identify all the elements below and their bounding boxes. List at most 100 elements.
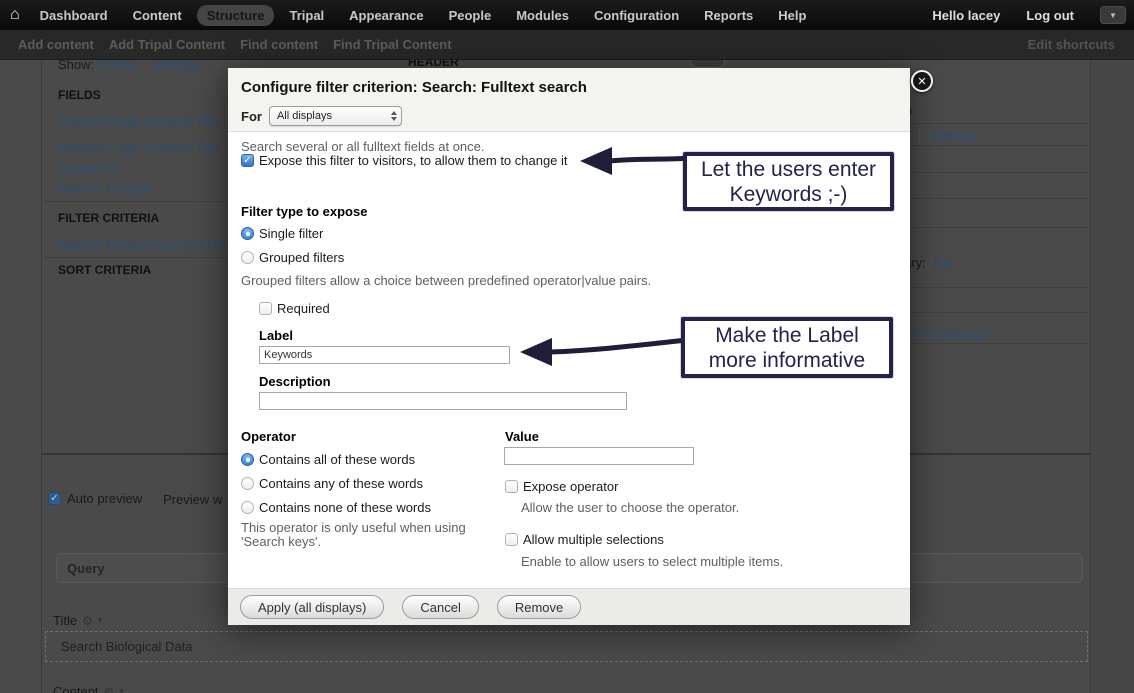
content-label: Content: [53, 684, 99, 693]
separator: [910, 172, 1090, 173]
logout-link[interactable]: Log out: [1026, 8, 1074, 23]
single-filter-label: Single filter: [259, 226, 323, 241]
query-label: Query: [67, 561, 105, 576]
grouped-filters-option: Grouped filters: [241, 250, 344, 265]
separator: [910, 227, 1090, 228]
description-input[interactable]: [259, 392, 627, 410]
contains-none-radio[interactable]: [241, 501, 254, 514]
title-editable-box: Search Biological Data: [45, 631, 1088, 662]
expose-operator-label: Expose operator: [523, 479, 618, 494]
shortcut-find-tripal-content: Find Tripal Content: [333, 37, 451, 52]
separator: [910, 145, 1090, 146]
remove-button[interactable]: Remove: [497, 595, 581, 619]
shortcut-find-content: Find content: [240, 37, 318, 52]
close-icon: ✕: [917, 75, 926, 88]
gear-icon: ⚙: [82, 614, 93, 628]
operator-help: This operator is only useful when using …: [241, 521, 481, 549]
value-input[interactable]: [504, 447, 694, 465]
sort-criteria-heading: SORT CRITERIA: [58, 263, 151, 277]
users-language-link: ser's language: [905, 326, 989, 341]
shortcut-add-content: Add content: [18, 37, 94, 52]
grouped-filters-help: Grouped filters allow a choice between p…: [241, 273, 651, 288]
toolbar-item-configuration[interactable]: Configuration: [584, 5, 689, 26]
title-field-row: Title ⚙ ▾: [53, 613, 102, 628]
user-greeting: Hello lacey: [932, 8, 1000, 23]
field-link-title: Indexed Tripal Content: Title: [58, 114, 220, 129]
home-icon[interactable]: ⌂: [10, 7, 20, 23]
toolbar-item-appearance[interactable]: Appearance: [339, 5, 433, 26]
content-field-row: Content ⚙ ▾: [53, 684, 124, 693]
filter-link-fulltext: Search: Fulltext search (AND: [58, 237, 226, 252]
modal-title: Configure filter criterion: Search: Full…: [241, 79, 587, 96]
toolbar-item-dashboard[interactable]: Dashboard: [30, 5, 118, 26]
expose-filter-row: ✓ Expose this filter to visitors, to all…: [241, 153, 568, 168]
expose-operator-checkbox[interactable]: [505, 480, 518, 493]
separator: [910, 312, 1090, 313]
expose-filter-label: Expose this filter to visitors, to allow…: [259, 153, 568, 168]
operator-option-any: Contains any of these words: [241, 476, 423, 491]
separator: [44, 257, 228, 258]
expose-operator-help: Allow the user to choose the operator.: [521, 500, 739, 515]
required-label: Required: [277, 301, 330, 316]
allow-multiple-row: Allow multiple selections: [505, 532, 664, 547]
required-checkbox[interactable]: [259, 302, 272, 315]
label-input[interactable]: [259, 346, 510, 364]
modal-close-button[interactable]: ✕: [911, 70, 933, 92]
panel-right-margin: [1090, 60, 1134, 693]
contains-all-radio[interactable]: [241, 453, 254, 466]
display-select[interactable]: All displays: [269, 106, 402, 126]
annotation-line: Let the users enter: [687, 157, 890, 182]
field-link-tripal-id: Indexed Tripal Content: Trip content ID): [58, 137, 218, 179]
display-select-value: All displays: [277, 110, 332, 122]
filter-type-heading: Filter type to expose: [241, 204, 367, 219]
operator-option-none: Contains none of these words: [241, 500, 431, 515]
contains-any-label: Contains any of these words: [259, 476, 423, 491]
required-row: Required: [259, 301, 330, 316]
contains-any-radio[interactable]: [241, 477, 254, 490]
toolbar-toggle-button[interactable]: ▼: [1100, 6, 1126, 24]
toolbar-item-modules[interactable]: Modules: [506, 5, 579, 26]
separator: [910, 287, 1090, 288]
right-settings-link: Settings: [930, 128, 977, 143]
expose-filter-checkbox[interactable]: ✓: [241, 154, 254, 167]
fields-heading: FIELDS: [58, 88, 101, 102]
value-heading: Value: [505, 429, 539, 444]
edit-shortcuts-link: Edit shortcuts: [1028, 37, 1115, 52]
chevron-down-icon: ▾: [98, 615, 103, 626]
preview-with-label: Preview w: [163, 492, 222, 507]
shortcuts-bar: Add content Add Tripal Content Find cont…: [0, 30, 1134, 60]
annotation-arrow-label: [516, 332, 688, 372]
right-fragment-settings: | Settings: [918, 128, 977, 143]
expose-operator-row: Expose operator: [505, 479, 618, 494]
chevron-down-icon: ▾: [119, 686, 124, 693]
summary-no-link: No: [934, 255, 951, 270]
grouped-filters-radio[interactable]: [241, 251, 254, 264]
contains-none-label: Contains none of these words: [259, 500, 431, 515]
single-filter-radio[interactable]: [241, 227, 254, 240]
annotation-box-keywords: Let the users enter Keywords ;-): [683, 152, 894, 211]
allow-multiple-label: Allow multiple selections: [523, 532, 664, 547]
annotation-line: Keywords ;-): [687, 182, 890, 207]
allow-multiple-help: Enable to allow users to select multiple…: [521, 554, 783, 569]
separator: [910, 198, 1090, 199]
annotation-line: more informative: [685, 348, 889, 373]
annotation-box-label: Make the Label more informative: [681, 317, 893, 378]
toolbar-item-content[interactable]: Content: [123, 5, 192, 26]
description-heading: Description: [259, 374, 331, 389]
cancel-button[interactable]: Cancel: [402, 595, 478, 619]
annotation-line: Make the Label: [685, 323, 889, 348]
apply-button[interactable]: Apply (all displays): [240, 595, 384, 619]
panel-left-border: [41, 60, 42, 693]
toolbar-item-structure[interactable]: Structure: [197, 5, 275, 26]
toolbar-item-help[interactable]: Help: [768, 5, 816, 26]
auto-preview-label: Auto preview: [67, 491, 142, 506]
title-value: Search Biological Data: [61, 639, 193, 654]
toolbar-item-people[interactable]: People: [439, 5, 502, 26]
operator-option-all: Contains all of these words: [241, 452, 415, 467]
toolbar-item-tripal[interactable]: Tripal: [279, 5, 334, 26]
allow-multiple-checkbox[interactable]: [505, 533, 518, 546]
field-link-excerpt: Search: Excerpt: [58, 181, 151, 196]
page: ⌂ Dashboard Content Structure Tripal App…: [0, 0, 1134, 693]
toolbar-item-reports[interactable]: Reports: [694, 5, 763, 26]
chevron-down-icon: ▼: [1109, 11, 1117, 20]
